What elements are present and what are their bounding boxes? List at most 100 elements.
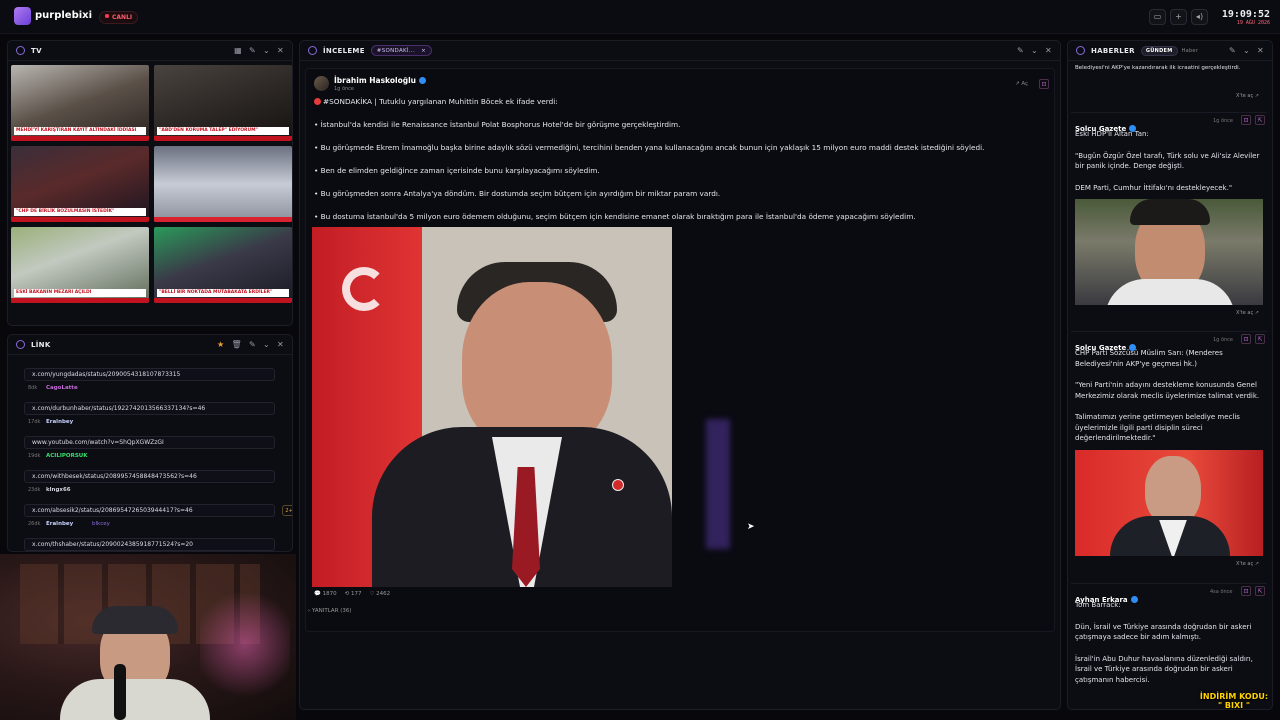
post-line-4: • Ben de elimden geldiğince zaman içeris…: [314, 166, 600, 175]
tv-tile-caption: "BELLİ BİR NOKTADA MUTABAKATA ERDİLER": [157, 289, 289, 297]
open-label: Aç: [1021, 81, 1029, 87]
volume-icon[interactable]: ◂): [1191, 9, 1208, 25]
avatar[interactable]: [314, 76, 329, 91]
count-badge[interactable]: 2+: [282, 505, 292, 516]
bookmark-icon[interactable]: ⊡: [1039, 79, 1049, 89]
edit-icon[interactable]: ✎: [249, 46, 256, 55]
share-icon[interactable]: ⇱: [1255, 115, 1265, 125]
verified-icon: [1130, 596, 1138, 603]
tv-tile[interactable]: "ABD'DEN KORUMA TALEP" EDİYORUM": [154, 65, 292, 141]
tv-tile-caption: MEHDİ'Yİ KARIŞTIRAN KAYIT ALTINDAKİ İDDİ…: [14, 127, 146, 135]
news-open-link[interactable]: X'te aç ↗: [1071, 561, 1259, 567]
tv-tile-ticker: [11, 136, 149, 141]
edit-icon[interactable]: ✎: [249, 340, 256, 349]
post-line-1: #SONDAKİKA | Tutuklu yargılanan Muhittin…: [314, 97, 558, 106]
streamer-cap: [92, 606, 178, 634]
edit-icon[interactable]: ✎: [1229, 46, 1236, 55]
tab-close-icon[interactable]: ×: [421, 48, 426, 54]
link-age: 17dk: [28, 419, 41, 425]
logo-text[interactable]: purplebixi: [35, 10, 92, 21]
chevron-down-icon[interactable]: ⌄: [263, 340, 270, 349]
chevron-down-icon[interactable]: ⌄: [1243, 46, 1250, 55]
bookmark-icon[interactable]: ⊡: [1241, 586, 1251, 596]
list-item[interactable]: x.com/absesik2/status/208695472650394441…: [20, 501, 292, 535]
news-item[interactable]: Ayhan Erkara 4sa önce ⊡ ⇱ Tom Barrack: D…: [1071, 583, 1267, 685]
list-item[interactable]: x.com/withbesek/status/20899574588484735…: [20, 467, 284, 501]
news-source[interactable]: Solcu Gazete: [1075, 125, 1126, 133]
tab-sondakika[interactable]: #SONDAKİ... ×: [370, 45, 432, 56]
edit-icon[interactable]: ✎: [1017, 46, 1024, 55]
tv-grid: MEHDİ'Yİ KARIŞTIRAN KAYIT ALTINDAKİ İDDİ…: [8, 61, 292, 307]
news-source[interactable]: Solcu Gazete: [1075, 344, 1126, 352]
news-open-link[interactable]: X'te aç ↗: [1071, 310, 1259, 316]
tv-tile[interactable]: ESKİ BAKANIN MEZARI AÇILDI: [11, 227, 149, 303]
link-panel-title: LİNK: [31, 340, 51, 349]
chevron-down-icon[interactable]: ⌄: [1031, 46, 1038, 55]
link-url[interactable]: www.youtube.com/watch?v=ShQpXGWZzGI: [24, 436, 275, 449]
shirt: [1105, 279, 1235, 305]
news-item[interactable]: Solcu Gazete 1g önce ⊡ ⇱ Eski HDP'li Alt…: [1071, 112, 1267, 316]
replies-toggle[interactable]: › YANITLAR (36): [308, 608, 352, 614]
link-url[interactable]: x.com/yungdadas/status/20900543181078733…: [24, 368, 275, 381]
share-icon[interactable]: ⇱: [1255, 334, 1265, 344]
link-user[interactable]: ACILIPORSUK: [46, 453, 88, 459]
bookmark-icon[interactable]: ⊡: [1241, 334, 1251, 344]
chevron-down-icon[interactable]: ⌄: [263, 46, 270, 55]
close-icon[interactable]: ✕: [1257, 46, 1264, 55]
reply-count[interactable]: 💬 1870: [314, 591, 337, 597]
post-author[interactable]: İbrahim Haskoloğlu: [334, 76, 426, 85]
close-icon[interactable]: ✕: [277, 46, 284, 55]
link-url[interactable]: x.com/withbesek/status/20899574588484735…: [24, 470, 275, 483]
tab-haber[interactable]: Haber: [1182, 48, 1199, 54]
logo-icon[interactable]: [14, 7, 31, 25]
link-age: 19dk: [28, 453, 41, 459]
star-icon[interactable]: ★: [217, 340, 224, 349]
link-user[interactable]: klngx66: [46, 487, 71, 493]
link-user[interactable]: CagoLatte: [46, 385, 78, 391]
link-user[interactable]: Eralnbey: [46, 419, 73, 425]
ghost-artifact: [706, 419, 730, 549]
tv-tile[interactable]: "BELLİ BİR NOKTADA MUTABAKATA ERDİLER": [154, 227, 292, 303]
link-url[interactable]: x.com/durbunhaber/status/192274201356633…: [24, 402, 275, 415]
link-panel: LİNK ★ 🗑 ✎ ⌄ ✕ x.com/yungdadas/status/209005…: [7, 334, 293, 552]
close-icon[interactable]: ✕: [277, 340, 284, 349]
news-panel-title: HABERLER: [1091, 46, 1135, 55]
news-source[interactable]: Ayhan Erkara: [1075, 596, 1128, 604]
share-icon[interactable]: ⇱: [1255, 586, 1265, 596]
list-item[interactable]: x.com/durbunhaber/status/192274201356633…: [20, 399, 284, 433]
post-text: #SONDAKİKA | Tutuklu yargılanan Muhittin…: [323, 97, 558, 106]
news-image[interactable]: [1075, 199, 1263, 305]
news-time: 4sa önce: [1210, 589, 1233, 595]
news-panel-header: HABERLER GÜNDEM Haber ✎ ⌄ ✕: [1068, 41, 1272, 61]
inceleme-panel-title: İNCELEME: [323, 46, 365, 55]
link-user[interactable]: Eralnbey: [46, 521, 73, 527]
post-image[interactable]: [312, 227, 672, 587]
list-item[interactable]: www.youtube.com/watch?v=ShQpXGWZzGI 19dk A…: [20, 433, 284, 467]
top-bar: purplebixi CANLI ▭ + ◂) 19:09:52 19 AĞU …: [0, 0, 1280, 34]
link-url[interactable]: x.com/absesik2/status/208695472650394441…: [24, 504, 275, 517]
tv-tile-ticker: [154, 298, 292, 303]
news-line: Talimatımızı yerine getirmeyen belediye …: [1075, 413, 1240, 442]
trash-icon[interactable]: 🗑: [231, 340, 241, 349]
like-count[interactable]: ♡ 2462: [369, 591, 390, 597]
close-icon[interactable]: ✕: [1045, 46, 1052, 55]
bookmark-icon[interactable]: ⊡: [1241, 115, 1251, 125]
tv-tile[interactable]: "CHP DE BİRLİK BOZULMASIN İSTEDİK": [11, 146, 149, 222]
news-image[interactable]: [1075, 449, 1263, 556]
news-item[interactable]: Solcu Gazete 1g önce ⊡ ⇱ CHP Parti Sözcü…: [1071, 331, 1267, 567]
tv-tile[interactable]: MEHDİ'Yİ KARIŞTIRAN KAYIT ALTINDAKİ İDDİ…: [11, 65, 149, 141]
list-item[interactable]: x.com/thshaber/status/209002438591877152…: [20, 535, 284, 551]
list-item[interactable]: x.com/yungdadas/status/20900543181078733…: [20, 365, 284, 399]
tv-tile[interactable]: [154, 146, 292, 222]
news-line: Dün, İsrail ve Türkiye arasında doğrudan…: [1075, 622, 1252, 642]
link-user-secondary[interactable]: blkcey: [92, 521, 110, 527]
news-open-link[interactable]: X'te aç ↗: [1071, 93, 1259, 99]
repost-count[interactable]: ⟲ 177: [345, 591, 362, 597]
tab-gundem[interactable]: GÜNDEM: [1140, 45, 1178, 56]
link-url[interactable]: x.com/thshaber/status/209002438591877152…: [24, 538, 275, 551]
light-glow: [200, 584, 290, 704]
grid-icon[interactable]: ▦: [234, 46, 242, 55]
screen-icon[interactable]: ▭: [1149, 9, 1166, 25]
open-link[interactable]: ↗ Aç: [1015, 81, 1028, 87]
add-icon[interactable]: +: [1170, 9, 1187, 25]
